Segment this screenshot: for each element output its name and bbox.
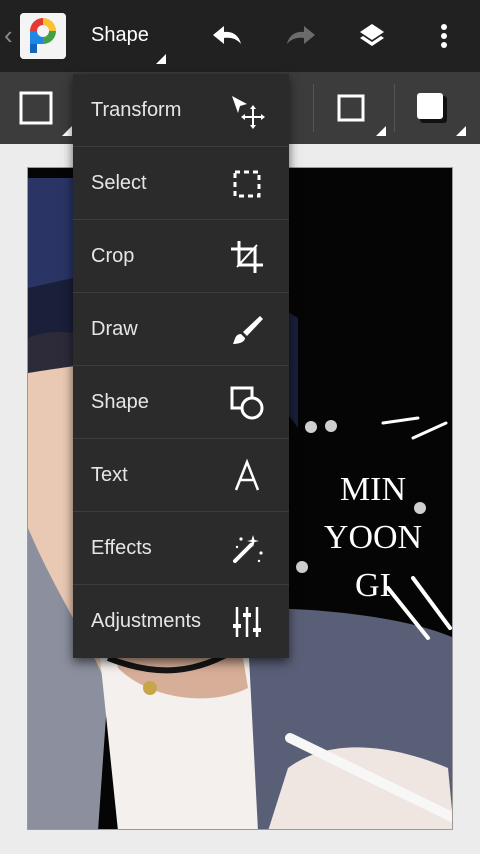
menu-item-crop[interactable]: Crop xyxy=(73,220,289,293)
mode-title[interactable]: Shape xyxy=(91,24,149,47)
toolbar-divider xyxy=(394,84,395,132)
menu-item-shape[interactable]: Shape xyxy=(73,366,289,439)
undo-icon[interactable] xyxy=(208,16,248,56)
menu-item-label: Adjustments xyxy=(91,610,202,632)
filled-square-icon[interactable] xyxy=(414,72,450,144)
toolbar-divider xyxy=(313,84,314,132)
tool-menu: Transform Select Crop Draw Shape Text Ef… xyxy=(73,74,289,658)
menu-item-label: Transform xyxy=(91,98,182,121)
more-vert-icon[interactable] xyxy=(424,16,464,56)
menu-item-adjustments[interactable]: Adjustments xyxy=(73,585,289,658)
square-outline-icon[interactable] xyxy=(334,72,368,144)
crop-icon xyxy=(231,241,263,273)
chevron-left-icon[interactable]: ‹ xyxy=(4,22,13,48)
text-icon xyxy=(234,458,260,491)
stroke-caret-icon[interactable] xyxy=(376,126,386,136)
select-icon xyxy=(233,170,261,198)
canvas-text-line: YOON xyxy=(323,519,423,556)
shape-icon xyxy=(230,386,264,420)
canvas-text-line: GI xyxy=(355,567,391,604)
adjustments-icon xyxy=(233,607,261,637)
menu-item-label: Draw xyxy=(91,317,138,340)
top-action-bar: ‹ Shape xyxy=(0,0,480,72)
menu-item-transform[interactable]: Transform xyxy=(73,74,289,147)
menu-item-label: Text xyxy=(91,463,128,486)
mode-dropdown-caret-icon[interactable] xyxy=(156,54,166,64)
transform-icon xyxy=(232,96,265,129)
shape-type-caret-icon[interactable] xyxy=(62,126,72,136)
menu-item-label: Crop xyxy=(91,244,135,267)
layers-icon[interactable] xyxy=(352,16,392,56)
menu-item-draw[interactable]: Draw xyxy=(73,293,289,366)
canvas-text-line: MIN xyxy=(339,471,407,508)
menu-item-text[interactable]: Text xyxy=(73,439,289,512)
menu-item-effects[interactable]: Effects xyxy=(73,512,289,585)
canvas-text-overlay: MIN YOON GI xyxy=(308,466,438,610)
brush-icon xyxy=(233,316,263,344)
menu-item-select[interactable]: Select xyxy=(73,147,289,220)
magic-wand-icon xyxy=(233,535,263,563)
rectangle-outline-icon[interactable] xyxy=(14,72,58,144)
fill-caret-icon[interactable] xyxy=(456,126,466,136)
menu-item-label: Effects xyxy=(91,536,152,559)
menu-item-label: Shape xyxy=(91,390,149,413)
menu-item-label: Select xyxy=(91,171,147,194)
app-logo[interactable] xyxy=(20,13,66,59)
redo-icon[interactable] xyxy=(280,16,320,56)
